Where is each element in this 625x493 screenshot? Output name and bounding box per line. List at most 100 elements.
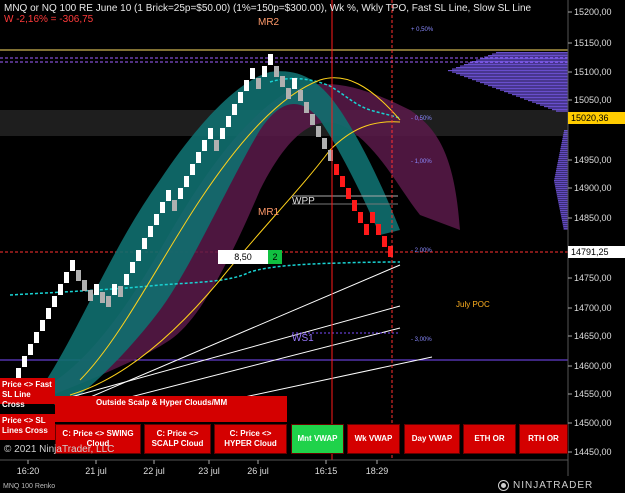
renko-brick: [202, 140, 207, 151]
info-box-value: 8,50: [218, 250, 268, 264]
renko-brick: [94, 284, 99, 295]
renko-brick: [268, 54, 273, 65]
brand-text: NINJATRADER: [513, 480, 594, 491]
renko-brick: [88, 290, 93, 301]
x-tick-label: 16:15: [315, 466, 338, 476]
renko-brick: [310, 114, 315, 125]
renko-brick: [220, 128, 225, 139]
wk-vwap-button[interactable]: Wk VWAP: [347, 424, 400, 454]
pct-plus-050: + 0,50%: [411, 27, 434, 33]
mnt-vwap-button[interactable]: Mnt VWAP: [291, 424, 344, 454]
renko-brick: [190, 164, 195, 175]
renko-brick: [382, 236, 387, 247]
renko-brick: [64, 272, 69, 283]
y-tick-label: 15100,00: [574, 67, 612, 77]
renko-brick: [154, 214, 159, 225]
wpp-label: WPP: [292, 196, 315, 207]
renko-brick: [346, 188, 351, 199]
day-vwap-button[interactable]: Day VWAP: [404, 424, 460, 454]
renko-brick: [124, 274, 129, 285]
x-tick-label: 22 jul: [143, 466, 165, 476]
x-tick-label: 16:20: [17, 466, 40, 476]
ninja-icon: [498, 480, 509, 491]
x-tick-label: 21 jul: [85, 466, 107, 476]
x-tick-label: 23 jul: [198, 466, 220, 476]
price-sl-lines-cross-button[interactable]: Price <> SL Lines Cross: [0, 414, 55, 440]
renko-brick: [208, 128, 213, 139]
renko-brick: [70, 260, 75, 271]
pct-minus-300: - 3,00%: [411, 337, 432, 343]
pct-minus-200: - 2,00%: [411, 248, 432, 254]
copyright-text: © 2021 NinjaTrader, LLC: [4, 444, 115, 455]
renko-brick: [118, 286, 123, 297]
renko-brick: [334, 164, 339, 175]
mr2-label: MR2: [258, 17, 280, 28]
renko-brick: [82, 280, 87, 291]
y-tick-label: 14900,00: [574, 183, 612, 193]
renko-brick: [316, 126, 321, 137]
eth-or-button[interactable]: ETH OR: [463, 424, 516, 454]
renko-brick: [130, 262, 135, 273]
renko-brick: [46, 308, 51, 319]
x-tick-label: 18:29: [366, 466, 389, 476]
renko-brick: [244, 80, 249, 91]
renko-brick: [280, 76, 285, 87]
renko-brick: [358, 212, 363, 223]
renko-brick: [298, 90, 303, 101]
y-tick-label: 14950,00: [574, 155, 612, 165]
performance-readout: W -2,16% = -306,75: [4, 14, 94, 25]
renko-brick: [286, 88, 291, 99]
renko-brick: [22, 356, 27, 367]
y-tick-label: 15050,00: [574, 95, 612, 105]
renko-brick: [262, 66, 267, 77]
renko-brick: [34, 332, 39, 343]
pct-minus-100: - 1,00%: [411, 159, 432, 165]
y-tick-label: 14450,00: [574, 447, 612, 457]
july-poc-label: July POC: [456, 300, 490, 309]
y-tick-label: 14750,00: [574, 273, 612, 283]
renko-brick: [340, 176, 345, 187]
renko-brick: [76, 270, 81, 281]
renko-brick: [184, 176, 189, 187]
renko-brick: [370, 212, 375, 223]
renko-brick: [196, 152, 201, 163]
renko-brick: [304, 102, 309, 113]
hyper-cloud-button[interactable]: C: Price <> HYPER Cloud: [214, 424, 287, 454]
mr1-label: MR1: [258, 207, 280, 218]
renko-brick: [28, 344, 33, 355]
renko-brick: [100, 292, 105, 303]
renko-brick: [322, 138, 327, 149]
scalp-cloud-button[interactable]: C: Price <> SCALP Cloud: [144, 424, 211, 454]
renko-brick: [364, 224, 369, 235]
y-tick-label: 14500,00: [574, 418, 612, 428]
renko-brick: [52, 296, 57, 307]
renko-brick: [160, 202, 165, 213]
info-box-count: 2: [268, 250, 282, 264]
rth-or-button[interactable]: RTH OR: [519, 424, 568, 454]
renko-brick: [58, 284, 63, 295]
y-tick-label: 14700,00: [574, 303, 612, 313]
y-tick-label: 14650,00: [574, 331, 612, 341]
x-tick-label: 26 jul: [247, 466, 269, 476]
chart-title: MNQ or NQ 100 RE June 10 (1 Brick=25p=$5…: [4, 3, 532, 14]
current-price-box: 15020,36: [568, 112, 625, 124]
renko-brick: [106, 296, 111, 307]
renko-brick: [40, 320, 45, 331]
price-fast-sl-cross-button[interactable]: Price <> Fast SL Line Cross: [0, 378, 55, 409]
renko-brick: [148, 226, 153, 237]
renko-brick: [136, 250, 141, 261]
renko-brick: [172, 200, 177, 211]
renko-brick: [238, 92, 243, 103]
outside-clouds-label: Outside Scalp & Hyper Clouds/MM: [96, 398, 228, 407]
ws1-label: WS1: [292, 333, 314, 344]
brand-logo: NINJATRADER: [498, 480, 593, 491]
instrument-label: MNQ 100 Renko: [3, 483, 56, 490]
renko-brick: [232, 104, 237, 115]
renko-brick: [376, 224, 381, 235]
renko-brick: [214, 140, 219, 151]
renko-brick: [112, 284, 117, 295]
last-price-box: 14791,25: [568, 246, 625, 258]
renko-brick: [226, 116, 231, 127]
pct-minus-050: - 0,50%: [411, 116, 432, 122]
renko-brick: [352, 200, 357, 211]
